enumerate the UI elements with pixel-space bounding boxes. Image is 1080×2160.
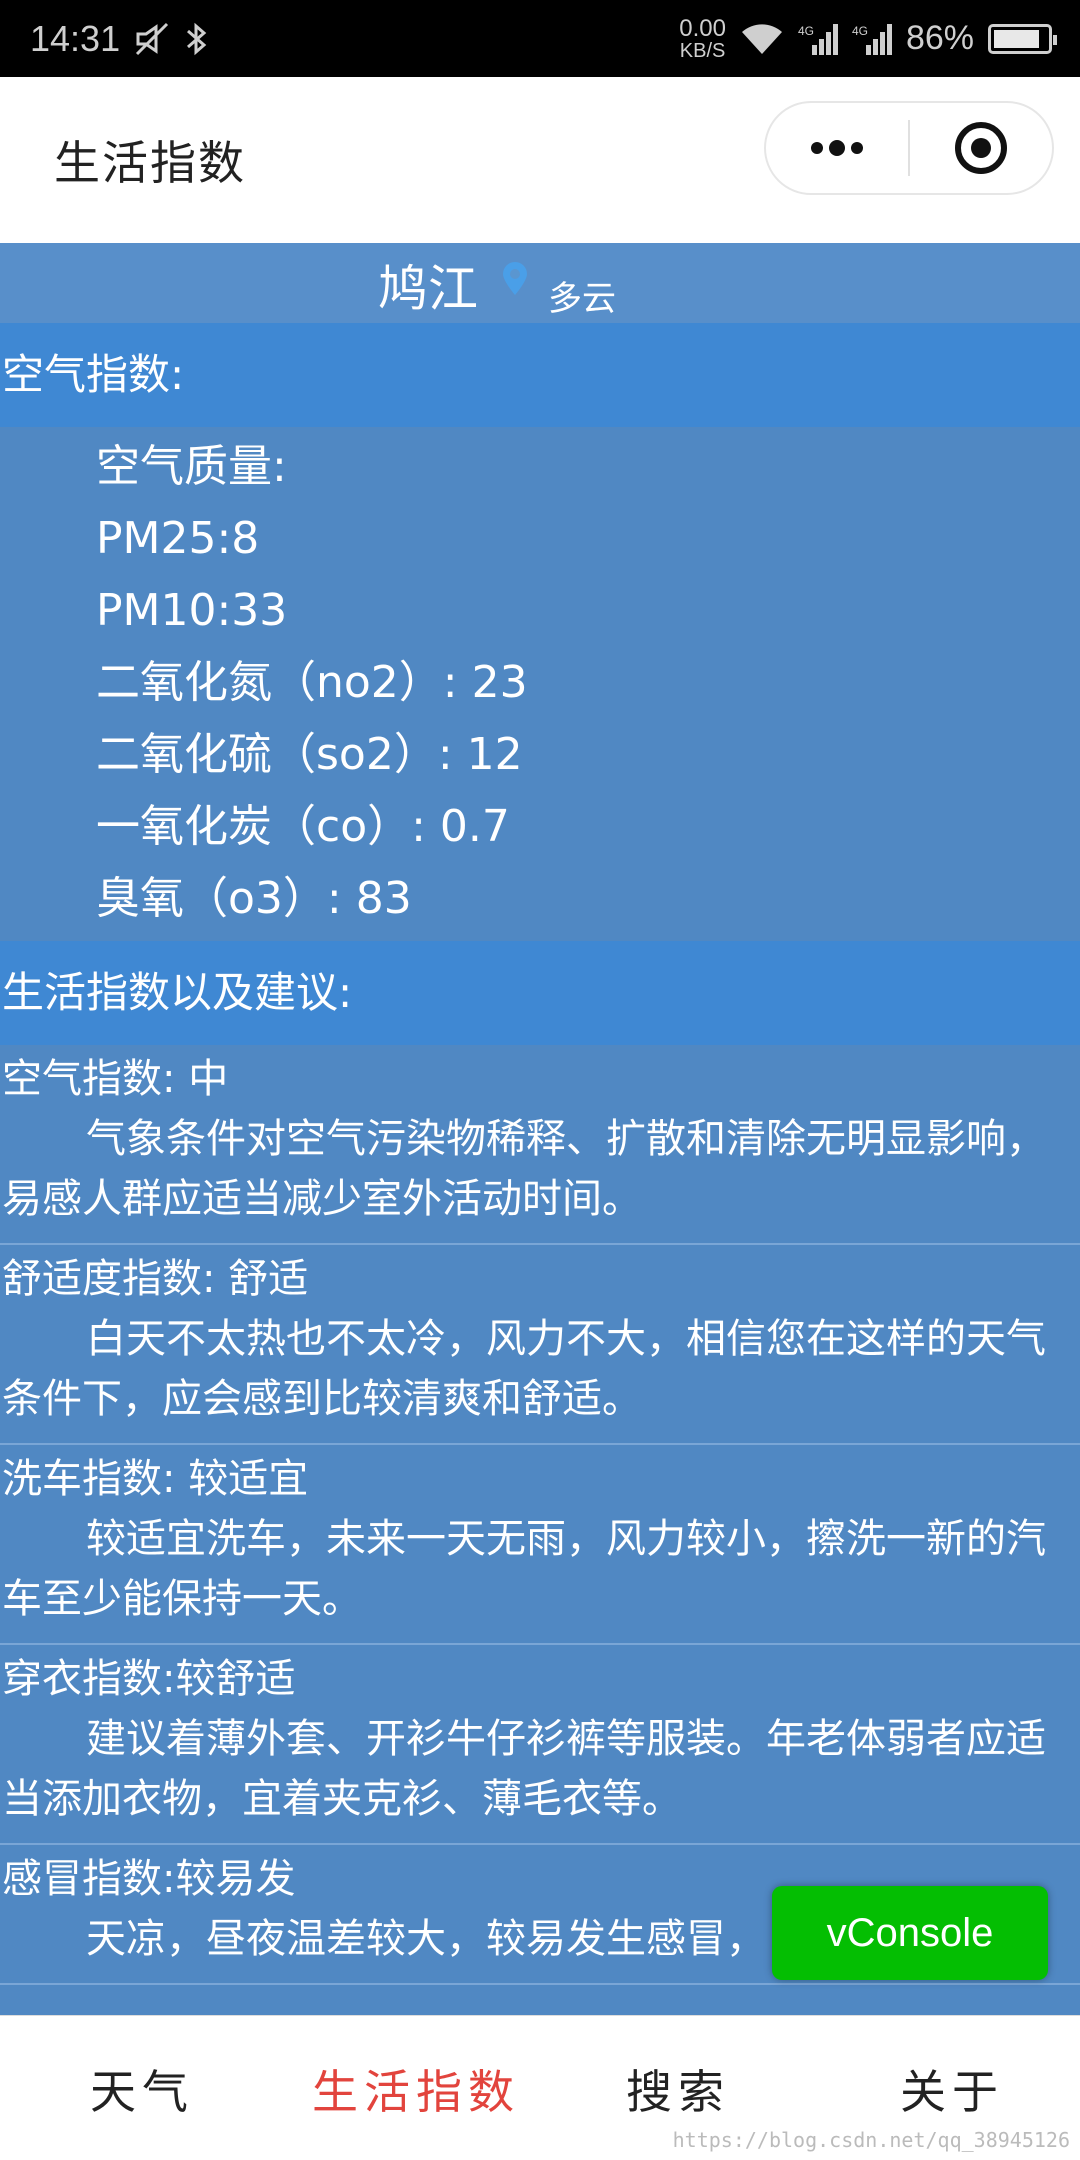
life-item-title: 洗车指数: 较适宜 xyxy=(2,1456,309,1502)
life-item-title: 空气指数: 中 xyxy=(2,1056,229,1102)
life-item-desc: 气象条件对空气污染物稀释、扩散和清除无明显影响，易感人群应适当减少室外活动时间。 xyxy=(2,1116,1046,1222)
tab-life-index[interactable]: 生活指数 xyxy=(312,2056,520,2122)
main-content[interactable]: 鸠江 多云 空气指数: 空气质量: PM25:8 PM10:33 二氧化氮（no… xyxy=(0,243,1080,2015)
air-index-heading: 空气指数: xyxy=(0,323,1080,427)
navigation-bar: 生活指数 xyxy=(0,77,1080,243)
battery-percentage: 86% xyxy=(905,19,974,57)
wifi-icon xyxy=(740,22,784,56)
life-item-title: 舒适度指数: 舒适 xyxy=(2,1256,309,1302)
life-item-title: 穿衣指数:较舒适 xyxy=(2,1656,296,1702)
network-speed: 0.00 KB/S xyxy=(679,14,726,62)
location-pin-icon xyxy=(500,261,530,301)
pm10-value: PM10:33 xyxy=(96,585,288,636)
tab-search[interactable]: 搜索 xyxy=(626,2056,730,2122)
tab-about[interactable]: 关于 xyxy=(900,2056,1004,2122)
o3-value: 臭氧（o3）: 83 xyxy=(96,873,412,924)
status-right: 0.00 KB/S 4G 4G 86% xyxy=(679,14,1057,62)
status-left: 14:31 xyxy=(30,18,210,60)
life-item-desc: 白天不太热也不太冷，风力不大，相信您在这样的天气条件下，应会感到比较清爽和舒适。 xyxy=(2,1316,1046,1422)
air-quality-list: 空气质量: PM25:8 PM10:33 二氧化氮（no2）: 23 二氧化硫（… xyxy=(0,427,1080,941)
list-item: 洗车指数: 较适宜 较适宜洗车，未来一天无雨，风力较小，擦洗一新的汽车至少能保持… xyxy=(0,1445,1080,1645)
tab-weather[interactable]: 天气 xyxy=(90,2056,194,2122)
so2-value: 二氧化硫（so2）: 12 xyxy=(96,729,523,780)
list-item: 穿衣指数:较舒适 建议着薄外套、开衫牛仔衫裤等服装。年老体弱者应适当添加衣物，宜… xyxy=(0,1645,1080,1845)
weather-condition: 多云 xyxy=(548,279,616,319)
page-title: 生活指数 xyxy=(54,136,246,190)
life-index-heading: 生活指数以及建议: xyxy=(0,941,1080,1045)
battery-icon xyxy=(988,23,1057,54)
life-item-desc: 建议着薄外套、开衫牛仔衫裤等服装。年老体弱者应适当添加衣物，宜着夹克衫、薄毛衣等… xyxy=(2,1716,1046,1822)
city-name: 鸠江 xyxy=(378,260,478,318)
more-dots-icon xyxy=(811,140,863,156)
notification-muted-icon xyxy=(134,21,170,57)
svg-text:4G: 4G xyxy=(798,24,814,38)
vconsole-button[interactable]: vConsole xyxy=(772,1886,1048,1980)
target-close-icon xyxy=(955,122,1007,174)
location-row: 鸠江 多云 xyxy=(0,243,1080,323)
no2-value: 二氧化氮（no2）: 23 xyxy=(96,657,528,708)
svg-text:4G: 4G xyxy=(852,24,868,38)
status-time: 14:31 xyxy=(30,17,121,59)
signal-4g-icon: 4G xyxy=(798,21,838,57)
menu-capsule xyxy=(764,101,1054,195)
tab-bar: 天气 生活指数 搜索 关于 https://blog.csdn.net/qq_3… xyxy=(0,2015,1080,2160)
bluetooth-icon xyxy=(184,21,210,57)
life-item-desc: 较适宜洗车，未来一天无雨，风力较小，擦洗一新的汽车至少能保持一天。 xyxy=(2,1516,1046,1622)
air-quality-label: 空气质量: xyxy=(96,441,287,492)
list-item: 空气指数: 中 气象条件对空气污染物稀释、扩散和清除无明显影响，易感人群应适当减… xyxy=(0,1045,1080,1245)
list-item: 舒适度指数: 舒适 白天不太热也不太冷，风力不大，相信您在这样的天气条件下，应会… xyxy=(0,1245,1080,1445)
status-bar: 14:31 0.00 KB/S 4G 4G 86% xyxy=(0,0,1080,77)
signal-4g-icon-2: 4G xyxy=(852,21,892,57)
close-button[interactable] xyxy=(910,103,1052,193)
pm25-value: PM25:8 xyxy=(96,513,260,564)
co-value: 一氧化炭（co）: 0.7 xyxy=(96,801,510,852)
more-button[interactable] xyxy=(766,103,908,193)
watermark-text: https://blog.csdn.net/qq_38945126 xyxy=(672,2128,1070,2152)
